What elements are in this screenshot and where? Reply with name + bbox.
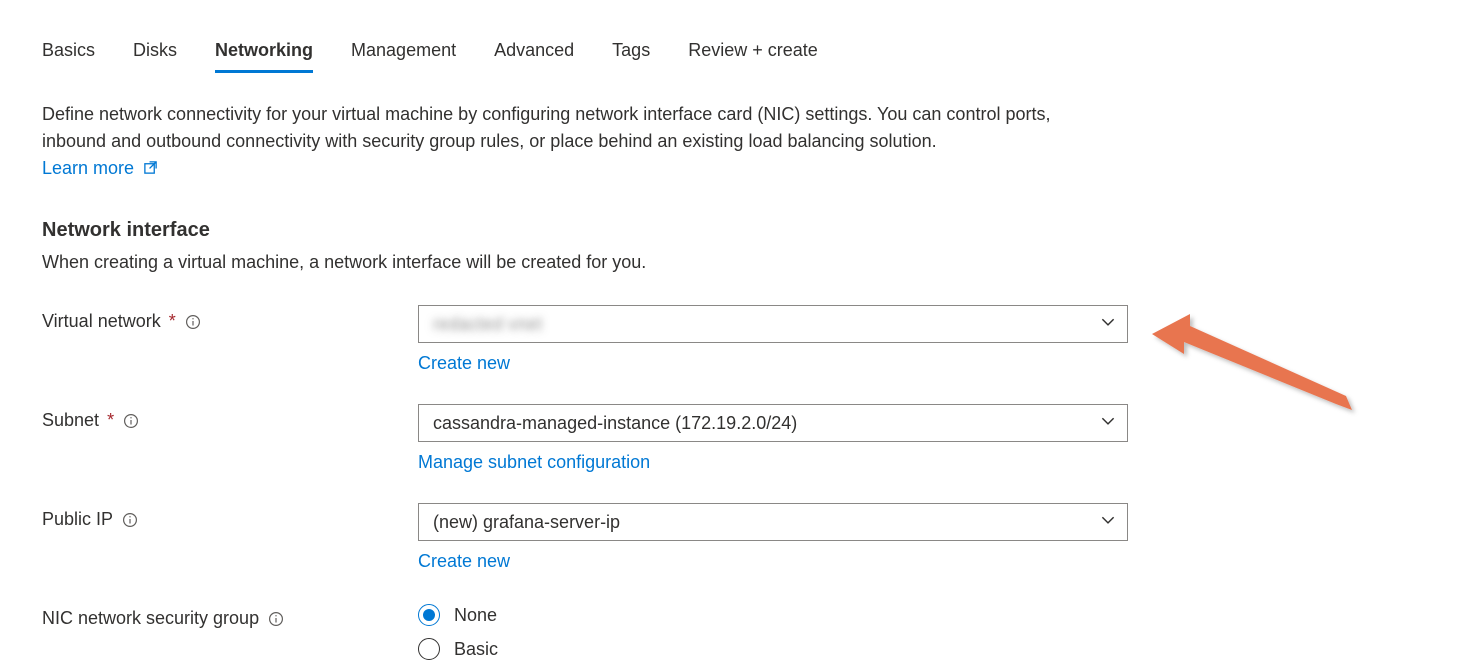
link-create-new-vnet[interactable]: Create new: [418, 353, 510, 374]
field-row-subnet: Subnet * cassandra-managed-instance (172…: [42, 404, 1436, 473]
label-nsg: NIC network security group: [42, 608, 259, 629]
label-subnet: Subnet: [42, 410, 99, 431]
radio-label: None: [454, 605, 497, 626]
tab-networking[interactable]: Networking: [215, 40, 313, 73]
info-icon[interactable]: [267, 610, 285, 628]
tab-advanced[interactable]: Advanced: [494, 40, 574, 73]
section-title-network-interface: Network interface: [42, 219, 1436, 242]
field-row-nsg: NIC network security group None Basic: [42, 602, 1436, 660]
radio-nsg-none[interactable]: None: [418, 604, 1128, 626]
radio-icon: [418, 604, 440, 626]
description-text: Define network connectivity for your vir…: [42, 104, 1050, 151]
radio-icon: [418, 638, 440, 660]
select-value-virtual-network: redacted vnet: [433, 314, 542, 335]
radio-group-nsg: None Basic: [418, 602, 1128, 660]
field-row-public-ip: Public IP (new) grafana-server-ip Create…: [42, 503, 1436, 572]
select-public-ip[interactable]: (new) grafana-server-ip: [418, 503, 1128, 541]
tab-management[interactable]: Management: [351, 40, 456, 73]
tab-tags[interactable]: Tags: [612, 40, 650, 73]
learn-more-link[interactable]: Learn more: [42, 158, 158, 178]
label-public-ip: Public IP: [42, 509, 113, 530]
tab-disks[interactable]: Disks: [133, 40, 177, 73]
radio-label: Basic: [454, 639, 498, 660]
link-create-new-public-ip[interactable]: Create new: [418, 551, 510, 572]
select-subnet[interactable]: cassandra-managed-instance (172.19.2.0/2…: [418, 404, 1128, 442]
info-icon[interactable]: [184, 313, 202, 331]
info-icon[interactable]: [121, 511, 139, 529]
required-asterisk: *: [107, 410, 114, 431]
field-row-virtual-network: Virtual network * redacted vnet Create: [42, 305, 1436, 374]
external-link-icon: [143, 156, 158, 183]
label-virtual-network: Virtual network: [42, 311, 161, 332]
select-value-public-ip: (new) grafana-server-ip: [433, 512, 620, 533]
required-asterisk: *: [169, 311, 176, 332]
select-virtual-network[interactable]: redacted vnet: [418, 305, 1128, 343]
info-icon[interactable]: [122, 412, 140, 430]
select-value-subnet: cassandra-managed-instance (172.19.2.0/2…: [433, 413, 797, 434]
tab-basics[interactable]: Basics: [42, 40, 95, 73]
chevron-down-icon: [1099, 313, 1117, 336]
radio-nsg-basic[interactable]: Basic: [418, 638, 1128, 660]
tabs-bar: Basics Disks Networking Management Advan…: [42, 40, 1436, 73]
chevron-down-icon: [1099, 511, 1117, 534]
link-manage-subnet[interactable]: Manage subnet configuration: [418, 452, 650, 473]
learn-more-label: Learn more: [42, 158, 134, 178]
chevron-down-icon: [1099, 412, 1117, 435]
tab-review-create[interactable]: Review + create: [688, 40, 818, 73]
networking-description: Define network connectivity for your vir…: [42, 101, 1102, 183]
section-subtitle: When creating a virtual machine, a netwo…: [42, 252, 1436, 273]
